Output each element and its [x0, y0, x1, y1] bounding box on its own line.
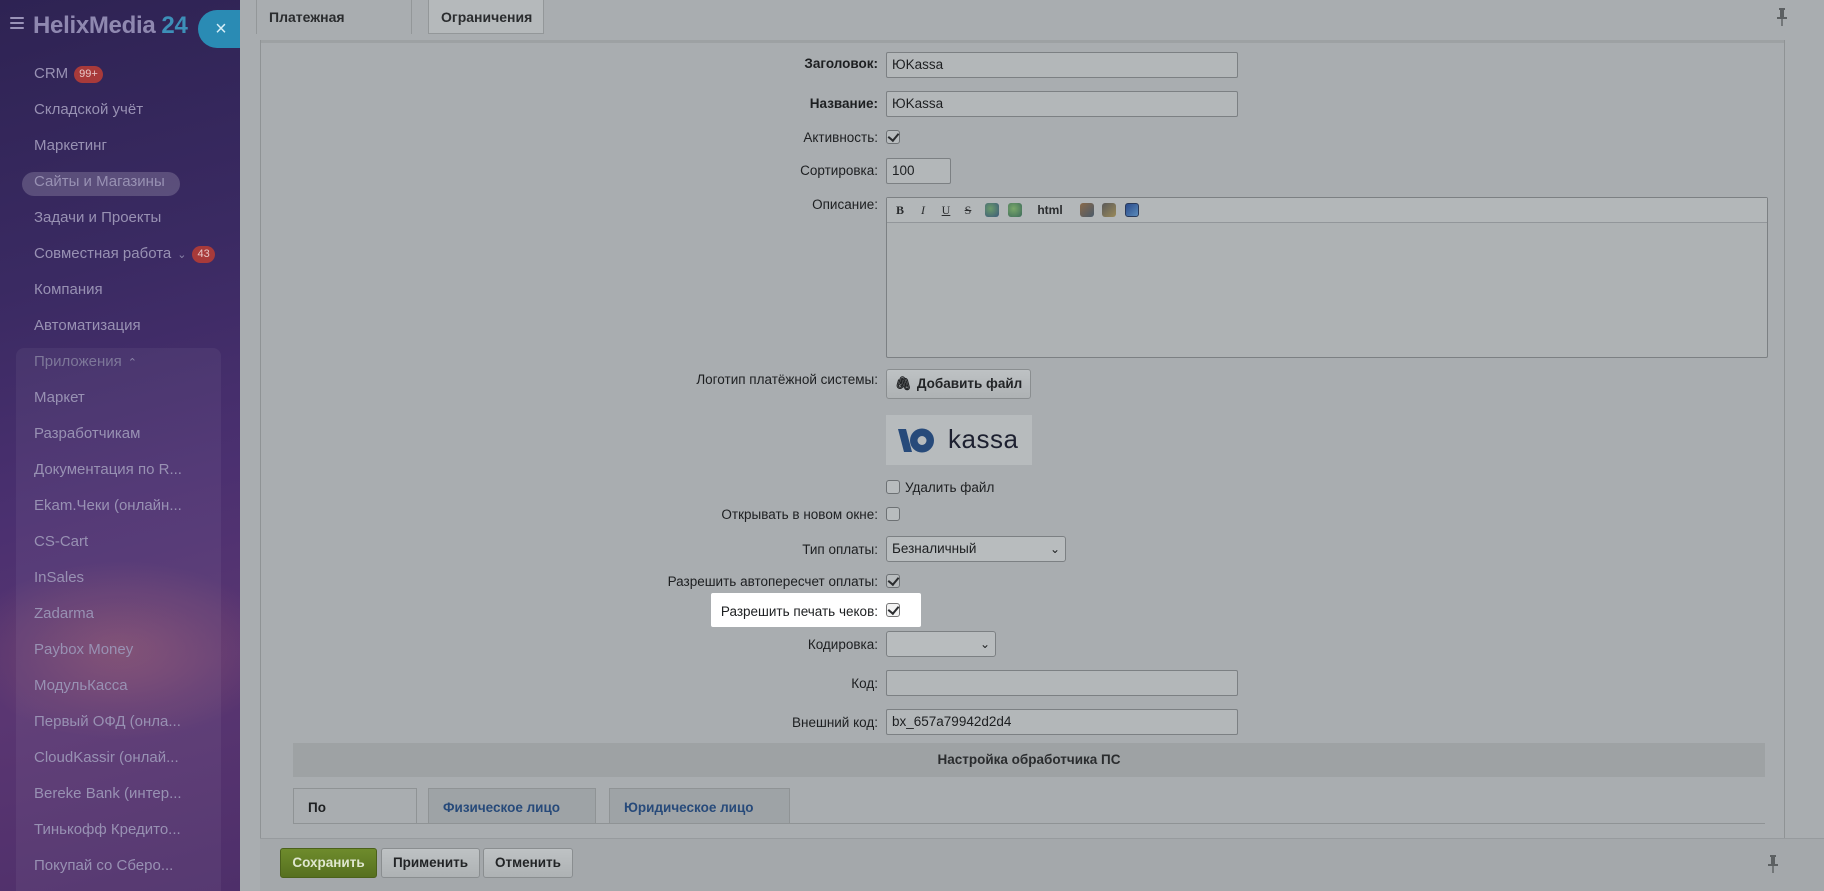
sidebar-item-docs[interactable]: Документация по R... [0, 452, 240, 488]
underline-icon[interactable]: U [941, 202, 951, 218]
name-label: Название: [809, 96, 878, 111]
encoding-label: Кодировка: [807, 637, 878, 652]
sidebar-item-developers[interactable]: Разработчикам [0, 416, 240, 452]
header-label: Заголовок: [804, 56, 878, 71]
sidebar-item-ekam[interactable]: Ekam.Чеки (онлайн... [0, 488, 240, 524]
print-receipts-label: Разрешить печать чеков: [720, 604, 878, 619]
sidebar-header: HelixMedia 24 × [0, 0, 240, 52]
sidebar-item-apps[interactable]: Приложения ⌃ [0, 344, 240, 380]
sidebar-item-warehouse[interactable]: Складской учёт [0, 92, 240, 128]
delete-file-checkbox[interactable] [886, 480, 900, 494]
sidebar-item-sber[interactable]: Покупай со Сберо... [0, 848, 240, 884]
strike-icon[interactable]: S [963, 202, 973, 218]
sidebar-item-cscart[interactable]: CS-Cart [0, 524, 240, 560]
sort-label: Сортировка: [800, 163, 878, 178]
handler-settings-header: Настройка обработчика ПС [293, 743, 1765, 777]
yookassa-logo: kassa [886, 415, 1032, 465]
pin-icon[interactable] [1767, 855, 1779, 873]
active-checkbox[interactable] [886, 130, 900, 144]
subtab-divider [293, 823, 1765, 824]
sidebar: HelixMedia 24 × CRM 99+ Складской учёт Мар… [0, 0, 240, 891]
sidebar-item-tasks[interactable]: Задачи и Проекты [0, 200, 240, 236]
print-receipts-checkbox[interactable] [886, 603, 900, 617]
sidebar-item-first-ofd[interactable]: Первый ОФД (онла... [0, 704, 240, 740]
ext-code-input[interactable]: bx_657a79942d2d4 [886, 709, 1238, 735]
ext-code-label: Внешний код: [792, 715, 878, 730]
pay-type-select[interactable]: Безналичный ⌄ [886, 536, 1066, 562]
sidebar-item-company[interactable]: Компания [0, 272, 240, 308]
tab-payment-system[interactable]: Платежная система [256, 0, 412, 59]
editor-toolbar: B I U S html [887, 198, 1767, 223]
description-label: Описание: [812, 197, 878, 212]
apply-button[interactable]: Применить [381, 848, 480, 878]
sidebar-item-automation[interactable]: Автоматизация [0, 308, 240, 344]
logo-label: Логотип платёжной системы: [696, 372, 878, 387]
delete-file-label[interactable]: Удалить файл [905, 480, 994, 495]
bold-icon[interactable]: B [895, 202, 905, 218]
new-window-label: Открывать в новом окне: [721, 507, 878, 522]
sidebar-item-collab[interactable]: Совместная работа ⌄ 43 [0, 236, 240, 272]
font-icon[interactable] [1102, 203, 1116, 217]
italic-icon[interactable]: I [918, 202, 928, 218]
sidebar-item-paybox[interactable]: Paybox Money [0, 632, 240, 668]
yookassa-logo-mark [898, 428, 934, 453]
link-icon[interactable] [985, 203, 999, 217]
chevron-down-icon: ⌄ [177, 249, 187, 261]
tab-legal-entity[interactable]: Юридическое лицо (s1) [609, 788, 790, 853]
header-input[interactable]: ЮKassa [886, 52, 1238, 78]
image-icon[interactable] [1125, 203, 1139, 217]
tab-default[interactable]: По умолчанию [293, 788, 417, 853]
sidebar-menu: CRM 99+ Складской учёт Маркетинг Сайты и … [0, 56, 240, 884]
active-label: Активность: [803, 130, 878, 145]
description-editor: B I U S html [886, 197, 1768, 358]
pin-icon[interactable] [1776, 8, 1788, 26]
pay-type-label: Тип оплаты: [802, 542, 878, 557]
auto-recalc-label: Разрешить автопересчет оплаты: [667, 574, 878, 589]
code-input[interactable] [886, 670, 1238, 696]
chevron-down-icon: ⌄ [979, 637, 990, 651]
sidebar-item-crm[interactable]: CRM 99+ [0, 56, 240, 92]
code-label: Код: [851, 676, 878, 691]
sidebar-item-modulkassa[interactable]: МодульКасса [0, 668, 240, 704]
new-window-checkbox[interactable] [886, 507, 900, 521]
sort-input[interactable]: 100 [886, 158, 951, 184]
logo-wordmark: kassa [948, 424, 1019, 454]
sidebar-item-marketing[interactable]: Маркетинг [0, 128, 240, 164]
sidebar-item-market[interactable]: Маркет [0, 380, 240, 416]
paste-icon[interactable] [1080, 203, 1094, 217]
html-button[interactable]: html [1035, 202, 1065, 218]
cancel-button[interactable]: Отменить [483, 848, 573, 878]
chevron-up-icon: ⌃ [127, 357, 137, 369]
encoding-select[interactable]: ⌄ [886, 631, 996, 657]
sidebar-item-bereke[interactable]: Bereke Bank (интер... [0, 776, 240, 812]
add-file-button[interactable]: 🖇 Добавить файл [886, 369, 1031, 399]
sidebar-item-cloudkassir[interactable]: CloudKassir (онлай... [0, 740, 240, 776]
auto-recalc-checkbox[interactable] [886, 574, 900, 588]
name-input[interactable]: ЮKassa [886, 91, 1238, 117]
sidebar-item-sites[interactable]: Сайты и Магазины [0, 164, 240, 200]
sidebar-item-insales[interactable]: InSales [0, 560, 240, 596]
paperclip-icon: 🖇 [894, 376, 912, 391]
tab-individual[interactable]: Физическое лицо (s1) [428, 788, 596, 853]
chevron-down-icon: ⌄ [1049, 542, 1060, 556]
save-button[interactable]: Сохранить [280, 848, 377, 878]
crm-badge: 99+ [74, 65, 103, 83]
sidebar-item-tinkoff[interactable]: Тинькофф Кредито... [0, 812, 240, 848]
sidebar-item-zadarma[interactable]: Zadarma [0, 596, 240, 632]
menu-icon[interactable] [10, 17, 24, 29]
collab-badge: 43 [192, 245, 215, 263]
logo[interactable]: HelixMedia 24 [33, 12, 188, 40]
tab-restrictions[interactable]: Ограничения [428, 0, 544, 34]
unlink-icon[interactable] [1008, 203, 1022, 217]
close-icon[interactable]: × [198, 10, 240, 48]
